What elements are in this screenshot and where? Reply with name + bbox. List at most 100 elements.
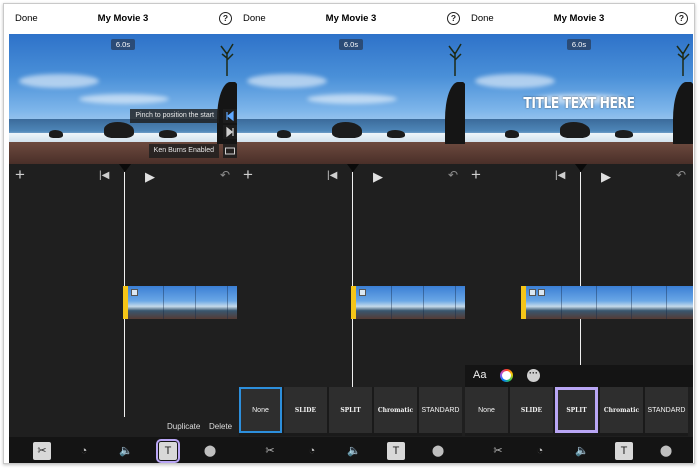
cloud <box>475 74 555 88</box>
project-title: My Movie 3 <box>97 13 149 24</box>
playhead-marker <box>119 164 131 172</box>
video-preview[interactable]: 6.0s Pinch to position the start Ken Bur… <box>9 34 237 164</box>
titles-icon[interactable]: T <box>615 442 633 460</box>
tooltip-ken-burns: Ken Burns Enabled <box>148 144 219 158</box>
style-standard[interactable]: STANDARD <box>419 387 462 433</box>
panel-title-styles: Done My Movie 3 ? 6.0s + |◀ ▶ ↶ None SLI… <box>237 4 465 463</box>
clip-trim-handle[interactable] <box>521 286 526 319</box>
clip-frame-divider <box>163 286 164 319</box>
clip-frame-divider <box>423 286 424 319</box>
duplicate-button[interactable]: Duplicate <box>167 422 200 431</box>
clip-frame-divider <box>455 286 456 319</box>
clip-actions: Duplicate Delete <box>9 417 237 437</box>
add-media-icon[interactable]: + <box>15 166 25 184</box>
titles-icon[interactable]: T <box>156 439 180 463</box>
clip-frame-divider <box>631 286 632 319</box>
style-chromatic[interactable]: Chromatic <box>374 387 417 433</box>
titles-icon[interactable]: T <box>387 442 405 460</box>
edit-toolbar: ✂ ◔ 🔈 T ⬤ <box>237 437 465 463</box>
clip-trim-handle[interactable] <box>123 286 128 319</box>
filters-icon[interactable]: ⬤ <box>201 442 219 460</box>
speed-icon[interactable]: ◔ <box>531 442 549 460</box>
panel-edit-clip: Done My Movie 3 ? 6.0s Pinch to position… <box>9 4 237 463</box>
scissors-icon[interactable]: ✂ <box>261 442 279 460</box>
play-icon[interactable]: ▶ <box>601 169 611 185</box>
filters-icon[interactable]: ⬤ <box>429 442 447 460</box>
add-media-icon[interactable]: + <box>243 166 253 184</box>
ken-burns-start-icon[interactable] <box>223 109 237 123</box>
panel-title-applied: Done My Movie 3 ? 6.0s TITLE TEXT HERE +… <box>465 4 693 463</box>
help-icon[interactable]: ? <box>447 12 460 25</box>
ken-burns-badge-icon <box>538 289 545 296</box>
play-icon[interactable]: ▶ <box>373 169 383 185</box>
add-media-icon[interactable]: + <box>471 166 481 184</box>
timeline-clip[interactable] <box>351 286 465 319</box>
help-icon[interactable]: ? <box>675 12 688 25</box>
style-split[interactable]: SPLIT <box>555 387 598 433</box>
undo-icon[interactable]: ↶ <box>676 168 686 182</box>
clip-frame-divider <box>391 286 392 319</box>
title-text-overlay[interactable]: TITLE TEXT HERE <box>486 94 673 112</box>
playhead-line <box>352 172 353 387</box>
tree-icon <box>676 43 690 76</box>
playhead-marker <box>347 164 359 172</box>
rock <box>615 130 633 138</box>
cloud <box>247 74 327 88</box>
timeline-clip[interactable] <box>521 286 693 319</box>
volume-icon[interactable]: 🔈 <box>117 442 135 460</box>
speed-icon[interactable]: ◔ <box>303 442 321 460</box>
delete-button[interactable]: Delete <box>209 422 232 431</box>
project-title: My Movie 3 <box>553 13 605 24</box>
filters-icon[interactable]: ⬤ <box>657 442 675 460</box>
rock <box>505 130 519 138</box>
rock <box>49 130 63 138</box>
ken-burns-badge-icon <box>359 289 366 296</box>
color-picker-icon[interactable] <box>500 369 513 382</box>
nav-bar: Done My Movie 3 ? <box>237 4 465 34</box>
volume-icon[interactable]: 🔈 <box>573 442 591 460</box>
style-chromatic[interactable]: Chromatic <box>600 387 643 433</box>
clip-frame-divider <box>596 286 597 319</box>
style-standard[interactable]: STANDARD <box>645 387 688 433</box>
help-icon[interactable]: ? <box>219 12 232 25</box>
undo-icon[interactable]: ↶ <box>448 168 458 182</box>
rock <box>332 122 362 138</box>
rock <box>159 130 177 138</box>
volume-icon[interactable]: 🔈 <box>345 442 363 460</box>
duration-badge: 6.0s <box>567 39 591 50</box>
playhead-marker <box>575 164 587 172</box>
rock <box>277 130 291 138</box>
skip-to-start-icon[interactable]: |◀ <box>555 170 565 181</box>
duration-badge: 6.0s <box>339 39 363 50</box>
style-slide[interactable]: SLIDE <box>510 387 553 433</box>
edit-toolbar: ✂ ◔ 🔈 T ⬤ <box>465 437 693 463</box>
title-badge-icon <box>529 289 536 296</box>
style-none[interactable]: None <box>239 387 282 433</box>
skip-to-start-icon[interactable]: |◀ <box>99 170 109 181</box>
video-preview[interactable]: 6.0s TITLE TEXT HERE <box>465 34 693 164</box>
font-button[interactable]: Aa <box>473 369 486 381</box>
duration-badge: 6.0s <box>111 39 135 50</box>
undo-icon[interactable]: ↶ <box>220 168 230 182</box>
scissors-icon[interactable]: ✂ <box>489 442 507 460</box>
video-preview[interactable]: 6.0s <box>237 34 465 164</box>
style-split[interactable]: SPLIT <box>329 387 372 433</box>
ken-burns-end-icon[interactable] <box>223 125 237 139</box>
speed-icon[interactable]: ◔ <box>75 442 93 460</box>
scissors-icon[interactable]: ✂ <box>33 442 51 460</box>
clip-frame-divider <box>227 286 228 319</box>
ken-burns-toggle-icon[interactable] <box>223 144 237 158</box>
tree-icon <box>448 43 462 76</box>
playhead-line <box>580 172 581 365</box>
play-icon[interactable]: ▶ <box>145 169 155 185</box>
more-options-icon[interactable]: ··· <box>527 369 540 382</box>
style-slide[interactable]: SLIDE <box>284 387 327 433</box>
preview-sand <box>237 142 465 164</box>
timeline-clip[interactable] <box>123 286 237 319</box>
cloud <box>19 74 99 88</box>
style-none[interactable]: None <box>465 387 508 433</box>
skip-to-start-icon[interactable]: |◀ <box>327 170 337 181</box>
clip-frame-divider <box>561 286 562 319</box>
clip-frame-divider <box>195 286 196 319</box>
clip-trim-handle[interactable] <box>351 286 356 319</box>
